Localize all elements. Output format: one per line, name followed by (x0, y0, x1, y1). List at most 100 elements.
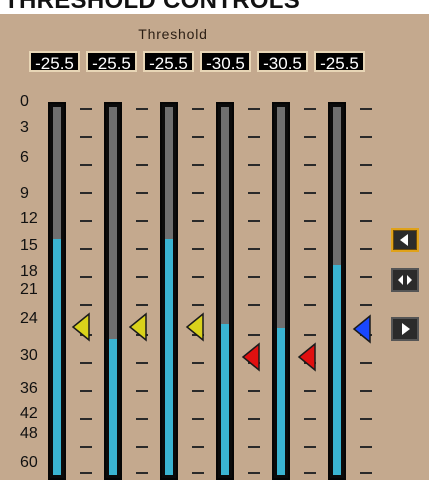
arrow-left-right-icon (398, 275, 412, 285)
move-right-button[interactable] (391, 317, 419, 341)
tick-mark (360, 362, 372, 364)
threshold-value-4[interactable]: -30.5 (200, 51, 251, 72)
threshold-marker-2[interactable] (128, 312, 150, 342)
tick-mark (360, 304, 372, 306)
tick-mark (136, 192, 148, 194)
arrow-left-icon (400, 234, 408, 246)
tick-mark (248, 136, 260, 138)
arrow-right-icon (402, 323, 410, 335)
meter-3 (160, 102, 178, 480)
meter-level-bar (221, 324, 229, 475)
tick-mark (248, 220, 260, 222)
tick-mark (192, 418, 204, 420)
marker-triangle (185, 312, 204, 342)
threshold-marker-5[interactable] (297, 342, 319, 372)
move-both-button[interactable] (391, 268, 419, 292)
tick-mark (80, 390, 92, 392)
threshold-marker-3[interactable] (185, 312, 207, 342)
tick-mark (360, 136, 372, 138)
tick-mark (304, 192, 316, 194)
meter-2 (104, 102, 122, 480)
tick-mark (304, 390, 316, 392)
tick-mark (192, 446, 204, 448)
tick-mark (80, 304, 92, 306)
tick-mark (192, 248, 204, 250)
tick-mark (80, 276, 92, 278)
tick-mark (136, 164, 148, 166)
tick-mark (80, 446, 92, 448)
tick-mark (136, 248, 148, 250)
move-left-button[interactable] (391, 228, 419, 252)
meter-6 (328, 102, 346, 480)
meter-level-bar (277, 328, 285, 475)
tick-mark (248, 108, 260, 110)
meter-level-bar (333, 265, 341, 475)
scale-label: 3 (20, 119, 29, 136)
tick-mark (248, 418, 260, 420)
tick-mark (136, 446, 148, 448)
tick-mark (248, 248, 260, 250)
tick-mark (304, 164, 316, 166)
scale-label: 15 (20, 237, 38, 254)
threshold-value-2[interactable]: -25.5 (86, 51, 137, 72)
scale-label: 48 (20, 425, 38, 442)
scale-label: 9 (20, 185, 29, 202)
marker-triangle (297, 342, 316, 372)
tick-mark (304, 108, 316, 110)
threshold-value-5[interactable]: -30.5 (257, 51, 308, 72)
tick-mark (360, 472, 372, 474)
tick-mark (248, 164, 260, 166)
tick-mark (360, 446, 372, 448)
tick-mark (80, 192, 92, 194)
scale-label: 24 (20, 310, 38, 327)
tick-mark (304, 446, 316, 448)
scale-label: 6 (20, 149, 29, 166)
threshold-marker-1[interactable] (71, 312, 93, 342)
meter-4 (216, 102, 234, 480)
tick-mark (192, 136, 204, 138)
tick-mark (248, 390, 260, 392)
tick-mark (360, 276, 372, 278)
tick-mark (248, 276, 260, 278)
tick-mark (304, 276, 316, 278)
tick-mark (136, 220, 148, 222)
threshold-value-3[interactable]: -25.5 (143, 51, 194, 72)
threshold-marker-4[interactable] (241, 342, 263, 372)
tick-mark (304, 472, 316, 474)
marker-triangle (241, 342, 260, 372)
marker-triangle (352, 314, 371, 344)
tick-mark (304, 334, 316, 336)
tick-mark (360, 220, 372, 222)
tick-mark (192, 472, 204, 474)
threshold-value-6[interactable]: -25.5 (314, 51, 365, 72)
tick-mark (248, 446, 260, 448)
tick-mark (136, 108, 148, 110)
tick-mark (304, 418, 316, 420)
threshold-marker-6[interactable] (352, 314, 374, 344)
threshold-panel: Threshold -25.5 -25.5 -25.5 -30.5 -30.5 … (0, 14, 429, 480)
scale-label: 12 (20, 210, 38, 227)
tick-mark (80, 248, 92, 250)
tick-mark (192, 390, 204, 392)
tick-mark (360, 192, 372, 194)
tick-mark (248, 192, 260, 194)
marker-triangle (71, 312, 90, 342)
meter-level-bar (109, 339, 117, 475)
scale-label: 21 (20, 281, 38, 298)
scale-label: 60 (20, 454, 38, 471)
threshold-value-1[interactable]: -25.5 (29, 51, 80, 72)
scale-label: 30 (20, 347, 38, 364)
tick-mark (192, 362, 204, 364)
meter-1 (48, 102, 66, 480)
tick-mark (192, 304, 204, 306)
scale-label: 0 (20, 93, 29, 110)
tick-mark (136, 136, 148, 138)
tick-mark (80, 136, 92, 138)
tick-mark (192, 276, 204, 278)
meter-5 (272, 102, 290, 480)
tick-mark (360, 390, 372, 392)
marker-triangle (128, 312, 147, 342)
tick-mark (192, 164, 204, 166)
tick-mark (136, 472, 148, 474)
tick-mark (304, 220, 316, 222)
